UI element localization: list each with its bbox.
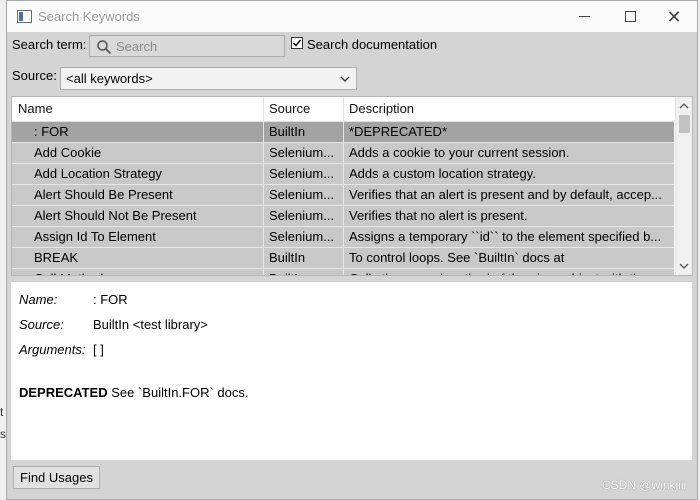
column-header-name[interactable]: Name xyxy=(18,101,53,116)
keyword-description-cell: To control loops. See `BuiltIn` docs at xyxy=(349,250,565,265)
table-row[interactable]: : FOR BuiltIn *DEPRECATED* xyxy=(12,122,674,143)
cell-divider xyxy=(263,164,264,185)
keyword-description-cell: Verifies that no alert is present. xyxy=(349,208,528,223)
window-title: Search Keywords xyxy=(38,9,140,24)
minimize-button[interactable] xyxy=(561,1,607,32)
detail-source-value: BuiltIn <test library> xyxy=(93,317,208,332)
table-body: : FOR BuiltIn *DEPRECATED* Add Cookie Seleni… xyxy=(12,122,674,275)
source-select[interactable]: <all keywords> xyxy=(60,67,357,90)
column-header-source[interactable]: Source xyxy=(269,101,310,116)
detail-arguments-label: Arguments: xyxy=(19,342,86,357)
keyword-name-cell: Assign Id To Element xyxy=(34,229,156,244)
cell-divider xyxy=(343,143,344,164)
cell-divider xyxy=(263,143,264,164)
keyword-details-panel: Name: : FOR Source: BuiltIn <test librar… xyxy=(11,281,692,460)
keyword-name-cell: BREAK xyxy=(34,250,79,265)
keyword-name-cell: : FOR xyxy=(34,124,69,139)
title-bar[interactable]: Search Keywords ✕ xyxy=(7,1,697,32)
keyword-description-cell: Verifies that an alert is present and by… xyxy=(349,187,662,202)
cell-divider xyxy=(263,248,264,269)
cell-divider xyxy=(343,227,344,248)
find-usages-button[interactable]: Find Usages xyxy=(13,466,100,489)
keyword-name-cell: Alert Should Be Present xyxy=(34,187,173,202)
cell-divider xyxy=(263,227,264,248)
scroll-down-icon[interactable] xyxy=(679,261,689,271)
scroll-up-icon[interactable] xyxy=(679,101,689,111)
detail-source-label: Source: xyxy=(19,317,64,332)
column-divider[interactable] xyxy=(263,97,264,121)
keyword-name-cell: Alert Should Not Be Present xyxy=(34,208,197,223)
scroll-thumb[interactable] xyxy=(679,115,690,133)
table-row[interactable]: Assign Id To Element Selenium... Assigns a… xyxy=(12,227,674,248)
keyword-source-cell: Selenium... xyxy=(269,208,335,223)
cell-divider xyxy=(343,206,344,227)
table-row[interactable]: Alert Should Be Present Selenium... Verifi… xyxy=(12,185,674,206)
keyword-source-cell: BuiltIn xyxy=(269,250,306,265)
keyword-description-cell: Calls the named method of the given obje… xyxy=(349,271,669,275)
keyword-description-cell: Adds a custom location strategy. xyxy=(349,166,536,181)
app-window-icon xyxy=(17,10,32,23)
search-icon xyxy=(97,40,112,55)
table-row[interactable]: Add Location Strategy Selenium... Adds a c… xyxy=(12,164,674,185)
cell-divider xyxy=(263,206,264,227)
keyword-source-cell: Selenium... xyxy=(269,145,335,160)
keyword-source-cell: BuiltIn xyxy=(269,271,343,275)
chevron-down-icon xyxy=(340,76,350,82)
maximize-button[interactable] xyxy=(607,1,653,32)
detail-arguments-value: [ ] xyxy=(93,342,104,357)
table-row[interactable]: Add Cookie Selenium... Adds a cookie to yo… xyxy=(12,143,674,164)
watermark: CSDN @winkiiii xyxy=(602,478,687,492)
search-input[interactable]: Search xyxy=(89,35,285,57)
cell-divider xyxy=(343,248,344,269)
panel-close-icon[interactable]: × xyxy=(0,278,4,290)
doc-text: See `BuiltIn.FOR` docs. xyxy=(107,385,249,400)
detail-documentation: DEPRECATED See `BuiltIn.FOR` docs. xyxy=(19,385,249,400)
detail-name-value: : FOR xyxy=(93,292,128,307)
keyword-source-cell: BuiltIn xyxy=(269,124,306,139)
keyword-source-cell: Selenium... xyxy=(269,166,335,181)
table-row[interactable]: Alert Should Not Be Present Selenium... Ve… xyxy=(12,206,674,227)
table-row[interactable]: BREAK BuiltIn To control loops. See `Built… xyxy=(12,248,674,269)
background-text: t xyxy=(0,405,4,419)
search-placeholder: Search xyxy=(116,39,158,54)
keyword-name-cell: Add Cookie xyxy=(34,145,102,160)
keyword-name-cell: Add Location Strategy xyxy=(34,166,162,181)
source-select-value: <all keywords> xyxy=(66,71,153,86)
keyword-description-cell: Adds a cookie to your current session. xyxy=(349,145,570,160)
close-icon: ✕ xyxy=(666,6,682,27)
search-documentation-checkbox[interactable] xyxy=(291,37,303,49)
search-keywords-dialog: Search Keywords ✕ Search term: Search Se… xyxy=(6,0,698,500)
cell-divider xyxy=(263,185,264,206)
keyword-source-cell: Selenium... xyxy=(269,229,335,244)
checkmark-icon xyxy=(292,39,302,47)
keyword-description-cell: *DEPRECATED* xyxy=(349,124,448,139)
maximize-icon xyxy=(624,11,636,22)
cell-divider xyxy=(343,122,344,143)
search-term-label: Search term: xyxy=(12,37,87,52)
source-label: Source: xyxy=(12,68,57,83)
search-documentation-label[interactable]: Search documentation xyxy=(307,37,437,52)
table-header: Name Source Description xyxy=(12,97,674,122)
close-button[interactable]: ✕ xyxy=(651,1,697,32)
keywords-table: Name Source Description : FOR BuiltIn *DEP… xyxy=(11,96,693,276)
column-divider[interactable] xyxy=(343,97,344,121)
column-header-description[interactable]: Description xyxy=(349,101,414,116)
keyword-source-cell: Selenium... xyxy=(269,187,335,202)
keyword-description-cell: Assigns a temporary ``id`` to the elemen… xyxy=(349,229,662,244)
doc-deprecated: DEPRECATED xyxy=(19,385,108,400)
cell-divider xyxy=(343,185,344,206)
detail-name-label: Name: xyxy=(19,292,58,307)
table-scrollbar[interactable] xyxy=(675,97,692,275)
minimize-icon xyxy=(578,16,590,17)
cell-divider xyxy=(263,122,264,143)
table-row[interactable]: Call Method BuiltIn Calls the named method… xyxy=(12,269,674,275)
cell-divider xyxy=(343,269,344,275)
keyword-name-cell: Call Method xyxy=(34,271,260,275)
cell-divider xyxy=(263,269,264,275)
cell-divider xyxy=(343,164,344,185)
